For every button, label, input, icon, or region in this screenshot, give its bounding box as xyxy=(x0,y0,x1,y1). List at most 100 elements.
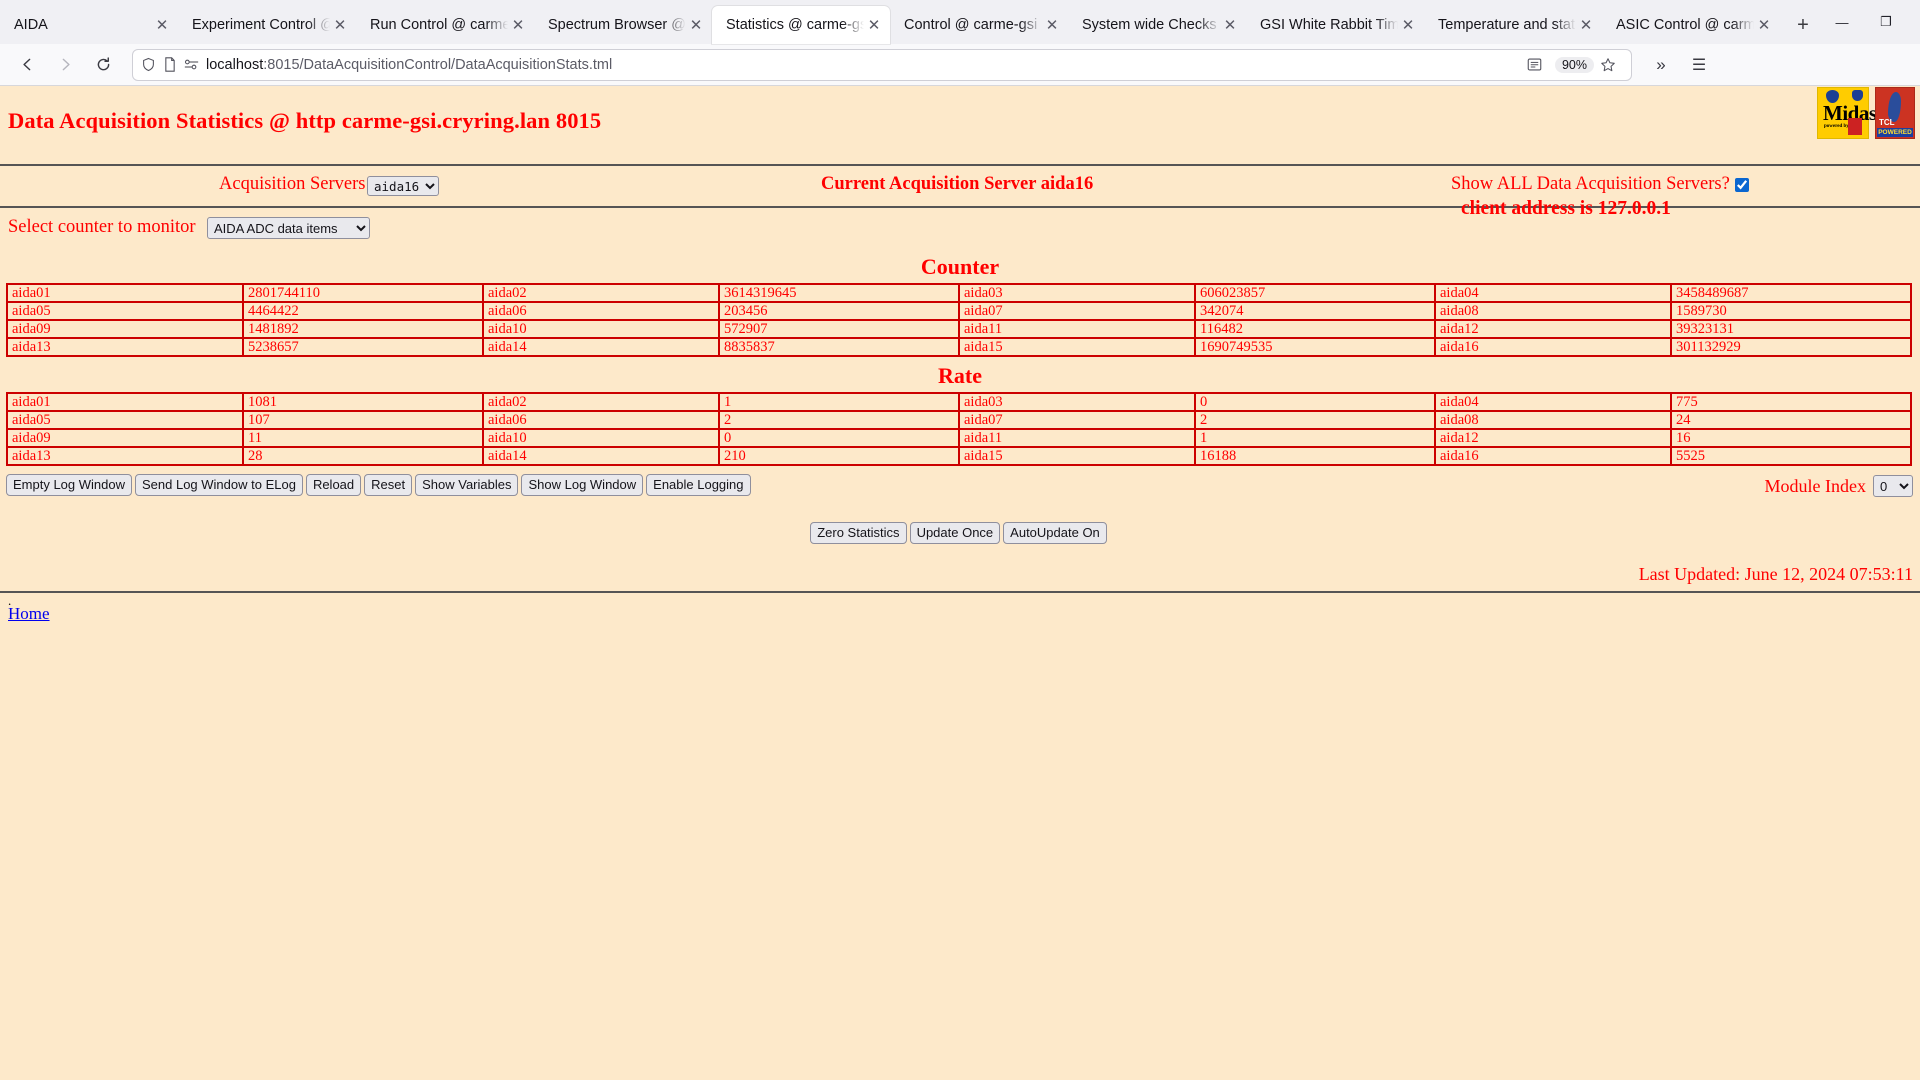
server-name-cell: aida02 xyxy=(482,283,720,303)
server-name-cell: aida09 xyxy=(6,428,244,448)
tab-close-icon[interactable]: ✕ xyxy=(864,15,884,35)
server-value-cell: 2801744110 xyxy=(242,283,484,303)
table-row: aida09 1481892 aida10 572907 aida11 116482 aid… xyxy=(6,319,1912,339)
server-value-cell: 2 xyxy=(718,410,960,430)
back-button[interactable] xyxy=(10,49,44,81)
page-title: Data Acquisition Statistics @ http carme… xyxy=(8,108,602,133)
counter-select[interactable]: AIDA ADC data items xyxy=(207,217,370,239)
show-all-servers-label: Show ALL Data Acquisition Servers? xyxy=(1451,174,1730,194)
tab-label: Experiment Control @ xyxy=(192,17,330,33)
module-index-select[interactable]: 0 xyxy=(1873,475,1913,497)
browser-tab[interactable]: Control @ carme-gsi ✕ xyxy=(890,6,1068,44)
reload-button[interactable] xyxy=(86,49,120,81)
home-link[interactable]: Home xyxy=(8,604,50,623)
module-index-control: Module Index 0 xyxy=(1765,475,1913,497)
log-action-button[interactable]: Enable Logging xyxy=(646,474,751,496)
stats-action-button[interactable]: AutoUpdate On xyxy=(1003,522,1107,544)
stats-action-button[interactable]: Update Once xyxy=(909,522,1001,544)
server-name-cell: aida07 xyxy=(958,410,1196,430)
tab-close-icon[interactable]: ✕ xyxy=(330,15,350,35)
tab-close-icon[interactable]: ✕ xyxy=(686,15,706,35)
action-button-row: Zero Statistics Update Once AutoUpdate On xyxy=(0,500,1920,544)
log-action-button[interactable]: Reset xyxy=(364,474,413,496)
log-action-button[interactable]: Empty Log Window xyxy=(6,474,132,496)
server-name-cell: aida11 xyxy=(958,428,1196,448)
server-name-cell: aida12 xyxy=(1434,319,1672,339)
tab-label: Run Control @ carme xyxy=(370,17,508,33)
bookmark-star-icon[interactable] xyxy=(1600,57,1616,73)
minimize-button[interactable]: — xyxy=(1820,3,1864,41)
table-row: aida01 1081 aida02 1 aida03 0 aida04 775 xyxy=(6,392,1912,412)
server-name-cell: aida14 xyxy=(482,337,720,357)
browser-tab[interactable]: Run Control @ carme ✕ xyxy=(356,6,534,44)
server-name-cell: aida15 xyxy=(958,446,1196,466)
server-value-cell: 1690749535 xyxy=(1194,337,1436,357)
tab-close-icon[interactable]: ✕ xyxy=(1398,15,1418,35)
acquisition-server-select[interactable]: aida16 xyxy=(367,176,439,196)
app-menu-button[interactable]: ☰ xyxy=(1682,49,1716,81)
browser-tab[interactable]: Statistics @ carme-gsi ✕ xyxy=(712,6,890,44)
overflow-menu-button[interactable]: » xyxy=(1644,49,1678,81)
log-action-button[interactable]: Show Log Window xyxy=(521,474,644,496)
rate-table-title: Rate xyxy=(938,363,982,388)
server-name-cell: aida03 xyxy=(958,283,1196,303)
browser-tab[interactable]: AIDA ✕ xyxy=(0,6,178,44)
tab-close-icon[interactable]: ✕ xyxy=(1576,15,1596,35)
browser-tab[interactable]: Temperature and stat ✕ xyxy=(1424,6,1602,44)
table-row: aida09 11 aida10 0 aida11 1 aida12 16 xyxy=(6,428,1912,448)
browser-tab[interactable]: ASIC Control @ carm ✕ xyxy=(1602,6,1780,44)
tab-close-icon[interactable]: ✕ xyxy=(1042,15,1062,35)
browser-tab[interactable]: System wide Checks (✕ xyxy=(1068,6,1246,44)
counter-table: aida01 2801744110 aida02 3614319645 aida03 60… xyxy=(6,283,1912,357)
log-action-button[interactable]: Reload xyxy=(305,474,362,496)
last-updated: Last Updated: June 12, 2024 07:53:11 xyxy=(1638,564,1913,584)
show-all-servers-checkbox[interactable] xyxy=(1734,177,1749,192)
server-value-cell: 5525 xyxy=(1670,446,1912,466)
tab-label: Statistics @ carme-gsi xyxy=(726,17,864,33)
server-value-cell: 116482 xyxy=(1194,319,1436,339)
bullet-marker: . xyxy=(8,593,12,608)
log-action-button[interactable]: Send Log Window to ELog xyxy=(135,474,303,496)
tab-close-icon[interactable]: ✕ xyxy=(152,15,172,35)
server-value-cell: 0 xyxy=(1194,392,1436,412)
shield-icon[interactable] xyxy=(141,57,156,72)
table-row: aida13 28 aida14 210 aida15 16188 aida16 5525 xyxy=(6,446,1912,466)
server-name-cell: aida12 xyxy=(1434,428,1672,448)
server-name-cell: aida01 xyxy=(6,392,244,412)
server-name-cell: aida14 xyxy=(482,446,720,466)
reader-view-icon[interactable] xyxy=(1527,57,1542,72)
close-window-button[interactable]: ✕ xyxy=(1908,3,1920,41)
zoom-level-badge[interactable]: 90% xyxy=(1554,56,1594,73)
tab-close-icon[interactable]: ✕ xyxy=(1754,15,1774,35)
log-action-button[interactable]: Show Variables xyxy=(415,474,519,496)
tab-close-icon[interactable]: ✕ xyxy=(508,15,528,35)
browser-tab[interactable]: Spectrum Browser @ ✕ xyxy=(534,6,712,44)
window-controls: — ❐ ✕ xyxy=(1820,0,1920,44)
browser-tab[interactable]: Experiment Control @ ✕ xyxy=(178,6,356,44)
stats-action-button[interactable]: Zero Statistics xyxy=(810,522,907,544)
server-value-cell: 342074 xyxy=(1194,301,1436,321)
server-value-cell: 775 xyxy=(1670,392,1912,412)
server-name-cell: aida02 xyxy=(482,392,720,412)
server-name-cell: aida04 xyxy=(1434,283,1672,303)
page-info-icon[interactable] xyxy=(163,57,177,72)
new-tab-button[interactable]: + xyxy=(1786,8,1820,42)
tab-close-icon[interactable]: ✕ xyxy=(1220,15,1240,35)
server-value-cell: 16188 xyxy=(1194,446,1436,466)
maximize-button[interactable]: ❐ xyxy=(1864,3,1908,41)
server-name-cell: aida10 xyxy=(482,428,720,448)
server-name-cell: aida10 xyxy=(482,319,720,339)
url-host: localhost xyxy=(206,56,264,73)
server-name-cell: aida16 xyxy=(1434,337,1672,357)
tracking-protection-icon[interactable] xyxy=(184,58,199,71)
counter-table-title: Counter xyxy=(920,254,1000,279)
acquisition-servers-label: Acquisition Servers xyxy=(219,174,366,194)
browser-tab[interactable]: GSI White Rabbit Tim ✕ xyxy=(1246,6,1424,44)
forward-button[interactable] xyxy=(48,49,82,81)
server-name-cell: aida13 xyxy=(6,446,244,466)
current-acquisition-server: Current Acquisition Server aida16 xyxy=(821,174,1094,194)
server-value-cell: 203456 xyxy=(718,301,960,321)
server-name-cell: aida13 xyxy=(6,337,244,357)
address-bar[interactable]: localhost:8015/DataAcquisitionControl/Da… xyxy=(132,48,1632,81)
url-text[interactable]: localhost:8015/DataAcquisitionControl/Da… xyxy=(206,57,1527,73)
